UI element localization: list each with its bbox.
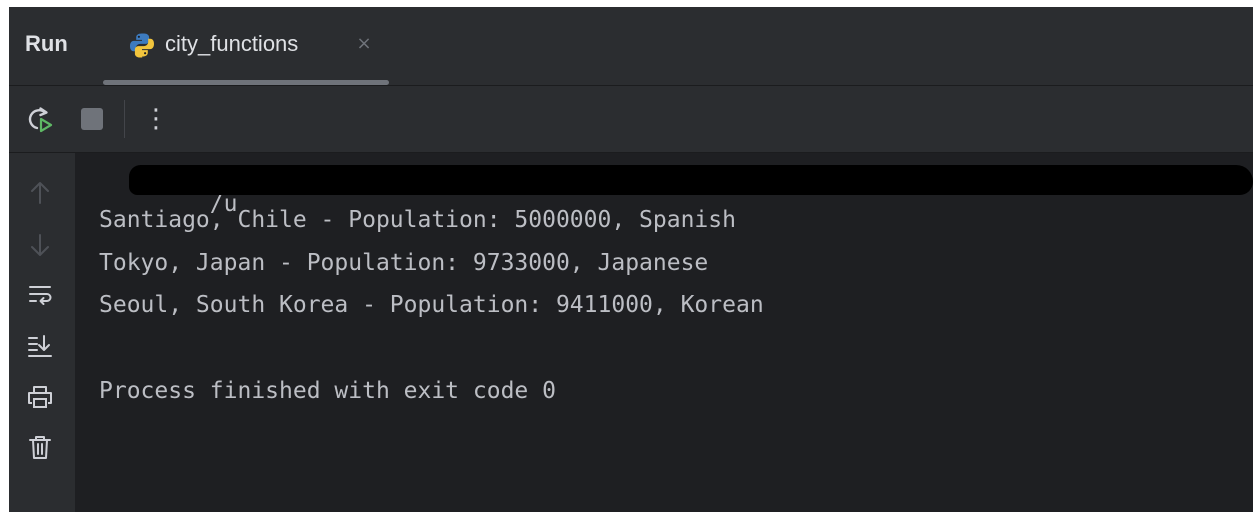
exit-message: Process finished with exit code 0 — [99, 378, 556, 404]
scroll-to-end-icon[interactable] — [26, 331, 54, 359]
tab-label: city_functions — [165, 31, 299, 56]
trash-icon[interactable] — [26, 433, 54, 461]
run-tab-bar: Run city_functions × — [9, 7, 1253, 86]
stop-icon[interactable] — [77, 104, 107, 134]
soft-wrap-icon[interactable] — [26, 281, 54, 309]
active-tab-indicator — [103, 80, 389, 85]
arrow-up-icon[interactable] — [26, 179, 54, 207]
rerun-icon[interactable] — [24, 104, 54, 134]
print-icon[interactable] — [26, 383, 54, 411]
arrow-down-icon[interactable] — [26, 231, 54, 259]
more-options-icon[interactable]: ⋮ — [141, 104, 171, 134]
console-line: Santiago, Chile - Population: 5000000, S… — [99, 207, 736, 233]
console-output[interactable]: /u Santiago, Chile - Population: 5000000… — [99, 153, 1253, 512]
run-tool-window: Run city_functions × ⋮ /u Santiago, Chil… — [9, 7, 1253, 512]
redaction-mark — [129, 165, 1253, 195]
toolbar-separator — [124, 100, 125, 138]
screenshot-frame: Run city_functions × ⋮ /u Santiago, Chil… — [0, 0, 1253, 512]
close-icon[interactable]: × — [353, 33, 375, 55]
tab-city-functions[interactable]: city_functions × — [103, 7, 389, 85]
run-toolbar: ⋮ — [9, 86, 1253, 153]
console-line: Seoul, South Korea - Population: 9411000… — [99, 292, 764, 318]
python-icon — [129, 32, 155, 58]
console-line: Tokyo, Japan - Population: 9733000, Japa… — [99, 250, 709, 276]
console-side-toolbar — [9, 153, 75, 512]
run-title: Run — [25, 31, 68, 56]
